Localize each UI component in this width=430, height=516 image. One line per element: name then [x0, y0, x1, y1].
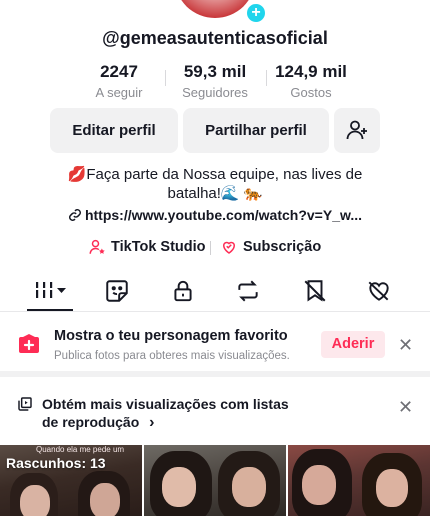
video-thumbnail[interactable]: [288, 445, 430, 516]
repost-icon: [238, 280, 258, 302]
sticker-icon: [106, 280, 128, 302]
avatar[interactable]: [175, 0, 255, 18]
stat-divider: [165, 70, 166, 86]
share-profile-button[interactable]: Partilhar perfil: [183, 108, 329, 153]
username: @gemeasautenticasoficial: [102, 28, 328, 48]
lock-icon: [174, 280, 192, 302]
video-grid: Quando ela me pede um Rascunhos: 13: [0, 445, 430, 516]
add-user-icon: [346, 120, 367, 140]
stats-row: 2247 A seguir 59,3 mil Seguidores 124,9 …: [0, 62, 430, 102]
tabs-divider: [0, 311, 430, 312]
tiktok-studio-link[interactable]: TikTok Studio: [88, 238, 206, 256]
close-icon[interactable]: ✕: [398, 398, 413, 416]
tiktok-studio-label: TikTok Studio: [111, 239, 206, 255]
bio-link[interactable]: https://www.youtube.com/watch?v=Y_w...: [0, 207, 430, 223]
likes-label: Gostos: [290, 85, 332, 100]
tab-videos[interactable]: [34, 278, 70, 304]
section-divider: [0, 371, 430, 377]
likes-count: 124,9 mil: [275, 62, 347, 81]
tab-liked[interactable]: [366, 278, 396, 304]
tab-reposts[interactable]: [235, 278, 265, 304]
likes-stat[interactable]: 124,9 mil Gostos: [268, 62, 354, 100]
studio-user-icon: [89, 239, 105, 254]
promo-title: Mostra o teu personagem favorito: [54, 328, 288, 344]
post-plus-icon: [19, 334, 39, 353]
playlist-message: Obtém mais visualizações com listas de r…: [42, 396, 289, 430]
tab-stickers[interactable]: [104, 278, 134, 304]
following-stat[interactable]: 2247 A seguir: [88, 62, 150, 100]
liked-icon: [368, 281, 389, 301]
drafts-thumbnail[interactable]: Quando ela me pede um Rascunhos: 13: [0, 445, 142, 516]
grid-icon: [34, 282, 66, 298]
promo-subtitle: Publica fotos para obteres mais visualiz…: [54, 350, 290, 362]
bookmark-icon: [304, 280, 326, 302]
close-icon[interactable]: ✕: [398, 336, 413, 354]
thumbnail-shape: [162, 467, 196, 507]
links-divider: [210, 241, 211, 255]
bio-line-2: batalha!🌊 🐅: [167, 185, 263, 202]
following-count: 2247: [100, 62, 138, 81]
bio-line-1: 💋Faça parte da Nossa equipe, nas lives d…: [67, 166, 363, 183]
edit-profile-button[interactable]: Editar perfil: [50, 108, 178, 153]
subscription-link[interactable]: Subscrição: [220, 238, 321, 256]
playlist-icon: [18, 397, 32, 411]
thumbnail-shape: [20, 485, 50, 516]
thumbnail-shape: [302, 465, 336, 505]
link-icon: [69, 209, 81, 221]
thumbnail-caption: Quando ela me pede um: [36, 445, 125, 454]
tab-private[interactable]: [170, 278, 200, 304]
thumbnail-shape: [232, 467, 266, 507]
add-avatar-icon[interactable]: +: [245, 2, 267, 24]
video-thumbnail[interactable]: [144, 445, 286, 516]
playlist-suggestion[interactable]: Obtém mais visualizações com listas de r…: [0, 385, 430, 435]
bio: 💋Faça parte da Nossa equipe, nas lives d…: [30, 165, 400, 203]
following-label: A seguir: [95, 85, 143, 100]
bio-link-text: https://www.youtube.com/watch?v=Y_w...: [84, 207, 363, 223]
playlist-text: Obtém mais visualizações com listas de r…: [42, 395, 302, 432]
followers-stat[interactable]: 59,3 mil Seguidores: [173, 62, 257, 100]
profile-tabs: [0, 272, 430, 312]
drafts-label: Rascunhos: 13: [6, 455, 106, 471]
followers-label: Seguidores: [182, 85, 248, 100]
stat-divider: [266, 70, 267, 86]
subscription-label: Subscrição: [243, 239, 322, 255]
subscription-icon: [222, 241, 236, 254]
thumbnail-shape: [376, 469, 408, 507]
join-button[interactable]: Aderir: [321, 331, 385, 358]
creator-links: TikTok Studio Subscrição: [0, 238, 430, 258]
add-friend-button[interactable]: [334, 108, 380, 153]
thumbnail-shape: [90, 483, 120, 516]
followers-count: 59,3 mil: [183, 62, 247, 81]
tab-favorites[interactable]: [302, 278, 332, 304]
avatar-container[interactable]: +: [175, 0, 267, 24]
chevron-right-icon: ›: [149, 414, 155, 431]
character-promo[interactable]: Mostra o teu personagem favorito Publica…: [0, 320, 430, 370]
